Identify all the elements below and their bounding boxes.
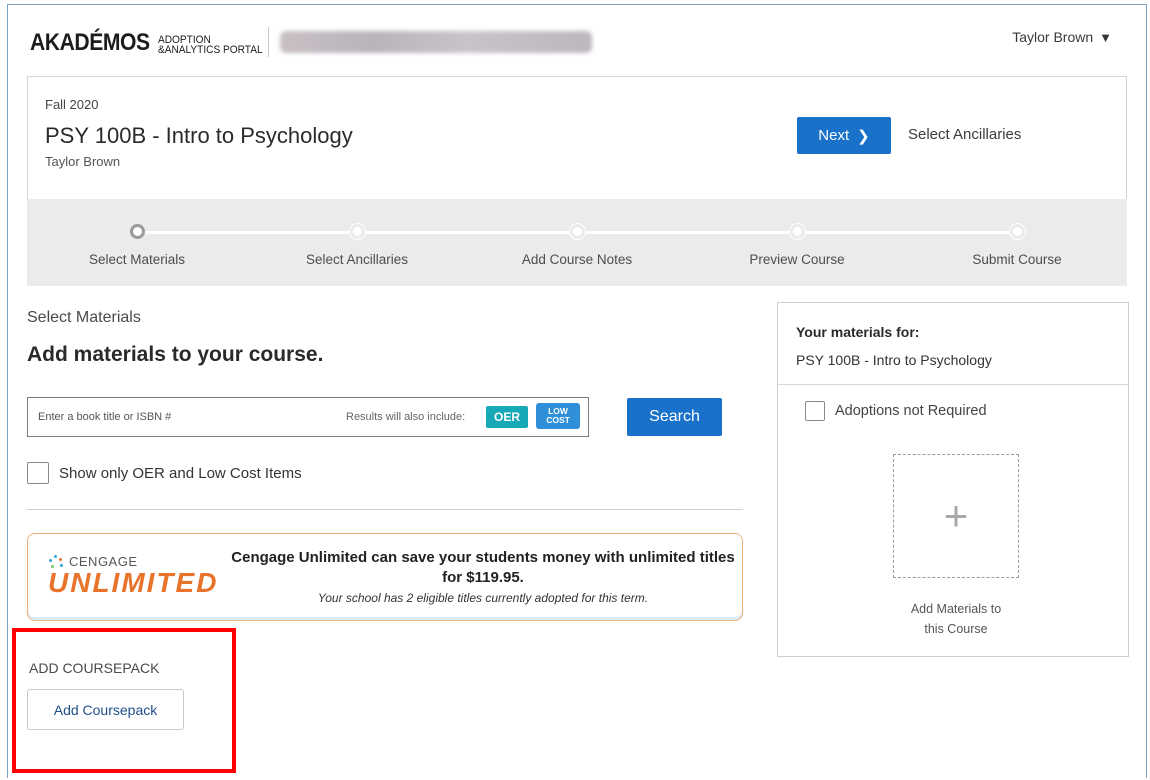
step-label: Submit Course [972, 252, 1062, 267]
logo-divider [268, 27, 269, 57]
user-name: Taylor Brown [1012, 29, 1094, 45]
user-menu[interactable]: Taylor Brown ▼ [1012, 29, 1112, 45]
section-label: Select Materials [27, 309, 141, 326]
chevron-right-icon: ❯ [857, 127, 870, 145]
akademos-logo[interactable]: AKADÉMOS ADOPTION &ANALYTICS PORTAL [30, 29, 272, 56]
promo-subtext: Your school has 2 eligible titles curren… [317, 591, 649, 605]
promo-headline: Cengage Unlimited can save your students… [231, 549, 735, 586]
materials-panel: Your materials for: PSY 100B - Intro to … [777, 302, 1129, 657]
search-input[interactable] [38, 398, 318, 435]
materials-panel-title: Your materials for: [796, 324, 920, 340]
step-dot-icon [130, 224, 145, 239]
top-bar: AKADÉMOS ADOPTION &ANALYTICS PORTAL Tayl… [8, 5, 1146, 71]
coursepack-label: ADD COURSEPACK [29, 660, 160, 676]
logo-wordmark: AKADÉMOS [30, 29, 150, 56]
materials-panel-header: Your materials for: PSY 100B - Intro to … [778, 303, 1128, 385]
unlimited-wordmark: UNLIMITED [48, 567, 219, 598]
step-label: Select Materials [88, 252, 186, 267]
oer-filter-row: Show only OER and Low Cost Items [27, 462, 302, 484]
progress-stepper: Select Materials Select Ancillaries Add … [27, 199, 1127, 286]
add-materials-dropzone[interactable]: + [893, 454, 1019, 578]
course-title: PSY 100B - Intro to Psychology [45, 123, 353, 148]
course-card: Fall 2020 PSY 100B - Intro to Psychology… [27, 76, 1127, 200]
step-dot-icon [790, 224, 805, 239]
adoptions-not-required-label: Adoptions not Required [835, 403, 987, 419]
next-step-label: Select Ancillaries [908, 126, 1022, 143]
divider [27, 509, 743, 510]
logo-subtitle: ADOPTION &ANALYTICS PORTAL [158, 34, 263, 56]
dropdown-caret-icon: ▼ [1099, 29, 1112, 45]
cengage-promo-banner[interactable]: CENGAGE UNLIMITED Cengage Unlimited can … [27, 533, 743, 621]
cengage-unlimited-logo: CENGAGE UNLIMITED [48, 554, 218, 599]
section-heading: Add materials to your course. [27, 343, 324, 366]
oer-filter-label: Show only OER and Low Cost Items [59, 464, 302, 482]
next-button-label: Next [818, 127, 850, 144]
step-dot-icon [350, 224, 365, 239]
oer-filter-checkbox[interactable] [27, 462, 49, 484]
step-label: Select Ancillaries [305, 252, 409, 267]
adoptions-row: Adoptions not Required [805, 401, 987, 421]
search-box: Results will also include: OER LOW COST [27, 397, 589, 437]
step-dot-icon [570, 224, 585, 239]
cengage-dots-icon [48, 554, 64, 569]
results-note: Results will also include: [346, 411, 466, 423]
course-term: Fall 2020 [45, 97, 99, 112]
low-cost-badge: LOW COST [536, 403, 580, 429]
add-coursepack-button[interactable]: Add Coursepack [27, 689, 184, 730]
plus-icon: + [943, 492, 969, 539]
step-label: Preview Course [749, 252, 845, 267]
search-button[interactable]: Search [627, 398, 722, 436]
materials-panel-course: PSY 100B - Intro to Psychology [796, 352, 992, 368]
add-materials-label: Add Materials to this Course [910, 602, 1002, 636]
oer-badge: OER [486, 406, 528, 428]
adoptions-not-required-checkbox[interactable] [805, 401, 825, 421]
step-dot-icon [1010, 224, 1025, 239]
step-label: Add Course Notes [521, 252, 633, 267]
course-instructor: Taylor Brown [45, 154, 121, 169]
school-name-redacted [280, 31, 592, 53]
next-button[interactable]: Next ❯ [797, 117, 891, 154]
